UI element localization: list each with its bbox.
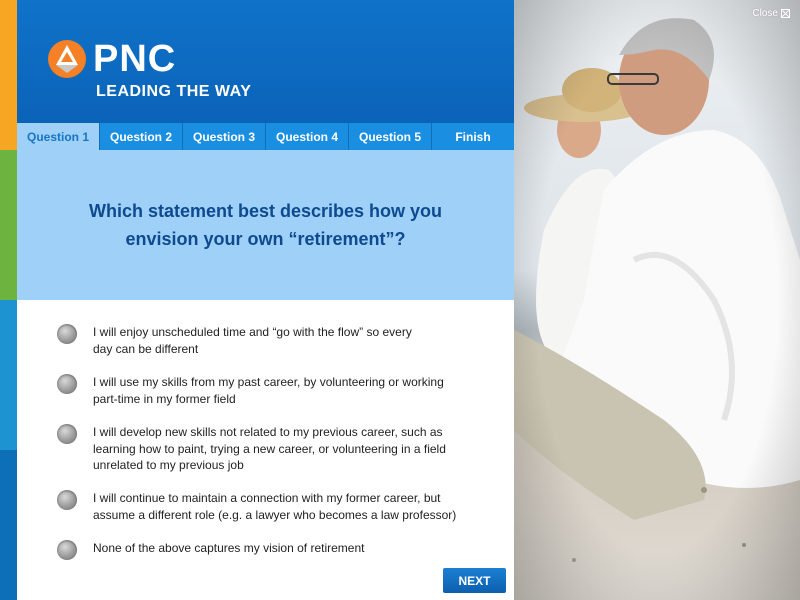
tab-question-4[interactable]: Question 4 — [266, 123, 349, 150]
color-strip-green — [0, 150, 17, 300]
tab-finish[interactable]: Finish — [432, 123, 514, 150]
photo-couple-beach: Close — [514, 0, 800, 600]
close-button[interactable]: Close — [752, 8, 790, 19]
tab-question-2[interactable]: Question 2 — [100, 123, 183, 150]
answer-option-label: None of the above captures my vision of … — [93, 541, 365, 555]
next-button[interactable]: NEXT — [443, 568, 506, 593]
radio-button-icon[interactable] — [57, 540, 77, 560]
pnc-logo: PNC — [47, 39, 176, 79]
answer-option-2[interactable]: I will use my skills from my past career… — [57, 374, 477, 407]
question-text: Which statement best describes how you e… — [88, 201, 443, 249]
photo-illustration — [514, 0, 800, 600]
answer-option-label: I will continue to maintain a connection… — [93, 491, 457, 522]
answer-option-4[interactable]: I will continue to maintain a connection… — [57, 490, 477, 523]
radio-button-icon[interactable] — [57, 490, 77, 510]
answer-option-3[interactable]: I will develop new skills not related to… — [57, 424, 477, 474]
header: PNC LEADING THE WAY — [17, 0, 514, 123]
question-panel: Which statement best describes how you e… — [17, 150, 514, 300]
answer-option-label: I will enjoy unscheduled time and “go wi… — [93, 325, 412, 356]
tab-question-5[interactable]: Question 5 — [349, 123, 432, 150]
color-strip-darkblue — [0, 450, 17, 600]
close-label: Close — [752, 8, 778, 19]
answer-option-label: I will use my skills from my past career… — [93, 375, 444, 406]
answer-option-5[interactable]: None of the above captures my vision of … — [57, 540, 477, 560]
tagline: LEADING THE WAY — [96, 83, 252, 100]
color-strip-orange — [0, 0, 17, 150]
tab-question-3[interactable]: Question 3 — [183, 123, 266, 150]
answer-option-label: I will develop new skills not related to… — [93, 425, 446, 472]
tab-question-1[interactable]: Question 1 — [17, 123, 100, 150]
question-tabs: Question 1 Question 2 Question 3 Questio… — [17, 123, 514, 150]
pnc-wordmark: PNC — [93, 38, 177, 80]
close-icon[interactable] — [781, 9, 790, 18]
answer-options: I will enjoy unscheduled time and “go wi… — [17, 300, 514, 600]
radio-button-icon[interactable] — [57, 374, 77, 394]
answer-option-1[interactable]: I will enjoy unscheduled time and “go wi… — [57, 324, 477, 357]
pnc-logo-icon — [47, 39, 87, 79]
color-strip-blue — [0, 300, 17, 450]
radio-button-icon[interactable] — [57, 424, 77, 444]
radio-button-icon[interactable] — [57, 324, 77, 344]
